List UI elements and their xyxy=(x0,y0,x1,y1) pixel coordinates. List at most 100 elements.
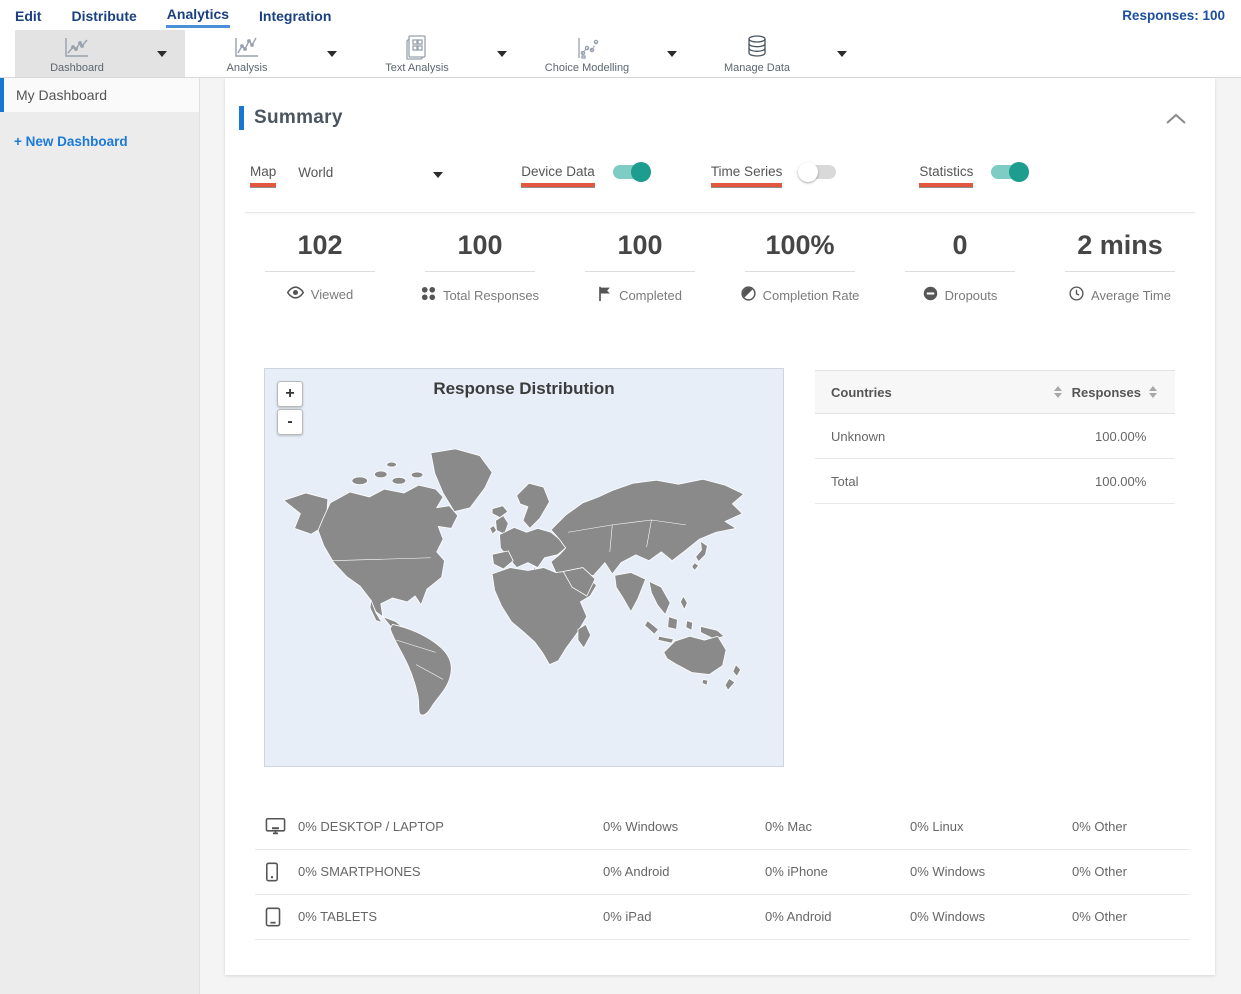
divider xyxy=(1065,271,1175,272)
stat-viewed: 102 Viewed xyxy=(240,230,400,304)
stat-completed: 100 Completed xyxy=(560,230,720,304)
country-name: Total xyxy=(831,473,859,489)
stat-value: 0 xyxy=(952,230,968,260)
device-cell: 0% Windows xyxy=(910,909,986,924)
nav-integration[interactable]: Integration xyxy=(258,4,332,27)
toolbar-group-text-analysis: Text Analysis xyxy=(355,30,525,77)
flag-icon xyxy=(598,286,612,304)
toolbar-dashboard-label: Dashboard xyxy=(50,61,104,74)
toolbar-analysis[interactable]: Analysis xyxy=(185,30,309,77)
minus-circle-icon xyxy=(923,286,938,304)
toolbar-manage-data-caret[interactable] xyxy=(819,30,865,77)
countries-table-header: Countries Responses xyxy=(815,370,1175,414)
desktop-icon xyxy=(265,817,286,839)
chevron-down-icon xyxy=(497,50,507,57)
time-series-label: Time Series xyxy=(710,164,783,187)
divider xyxy=(425,271,535,272)
stat-dropouts: 0 Dropouts xyxy=(880,230,1040,304)
stat-label: Completion Rate xyxy=(762,287,860,303)
response-map-panel: Response Distribution + - xyxy=(264,368,784,767)
responses-column-header[interactable]: Responses xyxy=(1072,385,1141,400)
stat-label: Average Time xyxy=(1091,287,1171,303)
stat-value: 100% xyxy=(765,230,835,260)
analytics-toolbar: Dashboard Analysis Text Analysis Choice … xyxy=(0,30,1241,78)
device-cell: 0% iPad xyxy=(603,909,652,924)
device-cell: 0% Windows xyxy=(603,819,679,834)
toolbar-group-manage-data: Manage Data xyxy=(695,30,865,77)
divider xyxy=(265,271,375,272)
map-region-select[interactable]: World xyxy=(298,165,444,186)
stat-completion-rate: 100% Completion Rate xyxy=(720,230,880,304)
toolbar-analysis-caret[interactable] xyxy=(309,30,355,77)
statistics-toggle[interactable] xyxy=(991,162,1030,182)
line-chart-icon xyxy=(232,34,262,60)
stat-label: Completed xyxy=(619,287,682,303)
device-cell: 0% Android xyxy=(765,909,832,924)
world-map[interactable] xyxy=(269,431,779,761)
table-row: Total 100.00% xyxy=(815,459,1175,504)
sort-icon[interactable] xyxy=(1053,386,1062,398)
chevron-down-icon xyxy=(157,50,167,57)
chevron-down-icon xyxy=(433,172,444,178)
map-label: Map xyxy=(250,164,277,187)
toggle-knob xyxy=(1009,162,1030,182)
device-data-label: Device Data xyxy=(521,164,595,187)
toolbar-dashboard-caret[interactable] xyxy=(139,30,185,77)
device-cell: 0% Mac xyxy=(765,819,812,834)
stat-value: 102 xyxy=(297,230,343,260)
map-zoom-in-button[interactable]: + xyxy=(277,381,303,407)
country-responses: 100.00% xyxy=(1095,428,1147,444)
clock-icon xyxy=(1069,286,1084,304)
stats-row: 102 Viewed 100 Total Responses 100 Compl… xyxy=(240,230,1200,304)
new-dashboard-button[interactable]: + New Dashboard xyxy=(14,134,199,149)
chevron-down-icon xyxy=(837,50,847,57)
toolbar-text-analysis[interactable]: Text Analysis xyxy=(355,30,479,77)
summary-controls: Map World Device Data Time Series Statis… xyxy=(250,160,1190,190)
nav-distribute[interactable]: Distribute xyxy=(70,4,137,27)
table-row: Unknown 100.00% xyxy=(815,414,1175,459)
eye-icon xyxy=(286,286,304,302)
summary-title: Summary xyxy=(254,107,343,128)
sidebar-item-my-dashboard[interactable]: My Dashboard xyxy=(0,78,199,112)
toolbar-analysis-label: Analysis xyxy=(226,61,268,74)
contrast-icon xyxy=(740,286,756,304)
nav-edit[interactable]: Edit xyxy=(14,4,42,27)
summary-header: Summary xyxy=(239,106,343,130)
nav-analytics[interactable]: Analytics xyxy=(165,2,231,28)
toolbar-dashboard[interactable]: Dashboard xyxy=(15,30,139,77)
toolbar-choice-modelling[interactable]: Choice Modelling xyxy=(525,30,649,77)
smartphone-icon xyxy=(265,862,279,885)
collapse-chevron-icon[interactable] xyxy=(1165,112,1187,126)
chevron-down-icon xyxy=(327,50,337,57)
toggle-knob xyxy=(798,162,819,182)
device-label: 0% TABLETS xyxy=(298,909,377,924)
toolbar-manage-data[interactable]: Manage Data xyxy=(695,30,819,77)
table-row-tablets: 0% TABLETS 0% iPad 0% Android 0% Windows… xyxy=(255,895,1190,940)
stat-average-time: 2 mins Average Time xyxy=(1040,230,1200,304)
country-responses: 100.00% xyxy=(1095,473,1147,489)
countries-column-header[interactable]: Countries xyxy=(831,385,892,400)
time-series-toggle[interactable] xyxy=(798,162,837,182)
sidebar-item-label: My Dashboard xyxy=(16,87,108,103)
toolbar-group-analysis: Analysis xyxy=(185,30,355,77)
toolbar-text-analysis-caret[interactable] xyxy=(479,30,525,77)
document-grid-icon xyxy=(405,34,429,60)
device-data-toggle[interactable] xyxy=(612,162,651,182)
device-label: 0% SMARTPHONES xyxy=(298,864,421,879)
stat-label: Dropouts xyxy=(944,287,998,303)
sort-icon[interactable] xyxy=(1149,386,1157,398)
device-cell: 0% Linux xyxy=(910,819,964,834)
stat-value: 2 mins xyxy=(1077,230,1163,260)
dashboard-sidebar: My Dashboard + New Dashboard xyxy=(0,78,200,994)
tablet-icon xyxy=(265,907,281,930)
device-label: 0% DESKTOP / LAPTOP xyxy=(298,819,444,834)
toolbar-choice-modelling-caret[interactable] xyxy=(649,30,695,77)
accent-bar xyxy=(239,106,244,130)
divider xyxy=(585,271,695,272)
responses-count[interactable]: Responses: 100 xyxy=(1122,8,1225,23)
toolbar-choice-modelling-label: Choice Modelling xyxy=(544,61,630,74)
summary-card: Summary Map World Device Data Time Serie… xyxy=(225,78,1215,975)
chevron-down-icon xyxy=(667,50,677,57)
stat-label: Viewed xyxy=(310,286,354,302)
device-cell: 0% Other xyxy=(1072,819,1127,834)
